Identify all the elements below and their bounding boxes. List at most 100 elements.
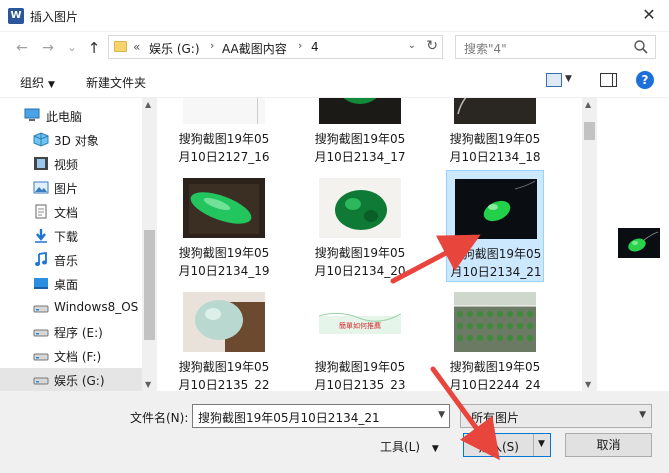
file-name: 搜狗截图19年05 月10日2127_16: [175, 130, 273, 166]
file-name-line1: 搜狗截图19年05: [178, 132, 270, 146]
file-name: 搜狗截图19年05 月10日2135_22: [175, 358, 273, 391]
file-name-line1: 搜狗截图19年05: [178, 360, 270, 374]
search-input[interactable]: 搜索"4": [455, 35, 656, 59]
sidebar-item-label: 视频: [54, 158, 79, 172]
file-list-scroll-thumb[interactable]: [584, 122, 595, 140]
scroll-up-icon[interactable]: ▲: [145, 100, 151, 109]
filename-field[interactable]: 搜狗截图19年05月10日2134_21 ▼: [192, 404, 450, 428]
sidebar-item-label: Windows8_OS: [54, 300, 139, 314]
file-name-line2: 月10日2134_19: [178, 264, 270, 278]
close-button[interactable]: ✕: [637, 4, 661, 28]
sidebar-scrollbar[interactable]: ▲ ▼: [142, 98, 157, 391]
banner-thumb-text: 簡單如何推薦: [339, 321, 381, 330]
scroll-up-icon[interactable]: ▲: [585, 100, 591, 109]
sidebar-item-label: 此电脑: [46, 110, 83, 124]
sidebar-item[interactable]: 音乐: [0, 248, 142, 272]
file-tile[interactable]: 搜狗截图19年05 月10日2244_24: [446, 284, 544, 391]
file-tile[interactable]: 搜狗截图19年05 月10日2134_19: [175, 170, 273, 282]
file-tile[interactable]: 簡單如何推薦搜狗截图19年05 月10日2135_23: [311, 284, 409, 391]
chevron-down-icon[interactable]: ▼: [438, 410, 445, 420]
sidebar-item[interactable]: 视频: [0, 152, 142, 176]
file-name-line1: 搜狗截图19年05: [314, 246, 406, 260]
file-name: 搜狗截图19年05 月10日2134_20: [311, 244, 409, 280]
sidebar-item[interactable]: 文档: [0, 200, 142, 224]
sidebar-item[interactable]: 文档 (F:): [0, 344, 142, 368]
scroll-down-icon[interactable]: ▼: [145, 380, 151, 389]
refresh-icon[interactable]: ↻: [426, 38, 438, 54]
organize-button[interactable]: 组织 ▼: [20, 74, 55, 91]
recent-locations-icon[interactable]: ⌄: [64, 39, 80, 57]
file-thumbnail: [319, 178, 401, 238]
preview-pane-icon[interactable]: [600, 73, 617, 87]
sidebar-item-label: 桌面: [54, 278, 79, 292]
file-tile[interactable]: 搜狗截图19年05 月10日2127_16: [175, 98, 273, 168]
view-options-icon[interactable]: [546, 73, 562, 87]
path-box[interactable]: « 娱乐 (G:) › AA截图内容 › 4 ⌄ ↻: [108, 35, 443, 59]
title-bar: W 插入图片 ✕: [0, 0, 669, 32]
crumb-drive[interactable]: 娱乐 (G:): [149, 40, 200, 57]
caret-down-icon[interactable]: ▼: [565, 74, 572, 84]
filename-value: 搜狗截图19年05月10日2134_21: [198, 411, 380, 425]
window-title: 插入图片: [30, 10, 79, 24]
new-folder-button[interactable]: 新建文件夹: [86, 74, 146, 91]
navigation-pane: 娱乐 (G:) 文档 (F:) 程序 (E:) Windows8_OS 桌面 音乐 下载 文档…: [0, 98, 157, 391]
file-tile[interactable]: 搜狗截图19年05 月10日2134_21: [446, 170, 544, 282]
insert-button[interactable]: 插入(S) ▼: [463, 433, 551, 457]
file-name-line2: 月10日2134_18: [449, 150, 541, 164]
sidebar-item[interactable]: 此电脑: [0, 104, 142, 128]
file-name-line1: 搜狗截图19年05: [450, 247, 542, 261]
chevron-down-icon[interactable]: ▼: [639, 410, 646, 420]
sidebar-item[interactable]: Windows8_OS: [0, 296, 142, 320]
insert-options-caret-icon[interactable]: ▼: [538, 439, 545, 449]
file-name-line1: 搜狗截图19年05: [178, 246, 270, 260]
file-list-scrollbar[interactable]: ▲ ▼: [582, 98, 597, 391]
sidebar-item[interactable]: 3D 对象: [0, 128, 142, 152]
file-tile[interactable]: 搜狗截图19年05 月10日2134_20: [311, 170, 409, 282]
desktop-icon: [33, 276, 49, 291]
file-name-line2: 月10日2244_24: [449, 378, 541, 391]
crumb-current[interactable]: 4: [311, 40, 319, 54]
sidebar-item-label: 文档: [54, 206, 79, 220]
search-icon[interactable]: [633, 39, 649, 55]
chevron-down-icon[interactable]: ⌄: [408, 40, 416, 51]
file-name-line1: 搜狗截图19年05: [314, 132, 406, 146]
overflow-crumb[interactable]: «: [133, 40, 140, 54]
chevron-right-icon[interactable]: ›: [298, 39, 302, 52]
sidebar-scroll-thumb[interactable]: [144, 230, 155, 340]
scroll-down-icon[interactable]: ▼: [585, 380, 591, 389]
sidebar-item[interactable]: 图片: [0, 176, 142, 200]
file-name-line2: 月10日2127_16: [178, 150, 270, 164]
file-name-line1: 搜狗截图19年05: [449, 360, 541, 374]
up-arrow-icon[interactable]: ↑: [86, 39, 102, 57]
file-tile[interactable]: 搜狗截图19年05 月10日2134_17: [311, 98, 409, 168]
organize-label: 组织: [20, 76, 45, 90]
file-tile[interactable]: 搜狗截图19年05 月10日2135_22: [175, 284, 273, 391]
file-name-line2: 月10日2135_23: [314, 378, 406, 391]
file-tile[interactable]: 搜狗截图19年05 月10日2134_18: [446, 98, 544, 168]
sidebar-item[interactable]: 程序 (E:): [0, 320, 142, 344]
document-icon: [33, 204, 49, 219]
chevron-right-icon[interactable]: ›: [210, 39, 214, 52]
split-divider: [533, 434, 534, 456]
cancel-button[interactable]: 取消: [565, 433, 652, 457]
tools-button[interactable]: 工具(L) ▼: [380, 438, 439, 455]
file-name: 搜狗截图19年05 月10日2244_24: [446, 358, 544, 391]
sidebar-item[interactable]: 下载: [0, 224, 142, 248]
sidebar-item-label: 3D 对象: [54, 134, 99, 148]
command-bar: 组织 ▼ 新建文件夹 ▼ ?: [0, 64, 669, 98]
drive-icon: [33, 348, 49, 363]
music-note-icon: [33, 251, 49, 267]
file-type-select[interactable]: 所有图片 ▼: [460, 404, 652, 428]
file-thumbnail: 簡單如何推薦: [319, 292, 401, 352]
sidebar-item[interactable]: 桌面: [0, 272, 142, 296]
help-icon[interactable]: ?: [636, 71, 654, 89]
sidebar-item[interactable]: 娱乐 (G:): [0, 368, 142, 391]
back-arrow-icon[interactable]: ←: [14, 39, 30, 57]
file-name: 搜狗截图19年05 月10日2135_23: [311, 358, 409, 391]
sidebar-item-label: 文档 (F:): [54, 350, 102, 364]
file-name: 搜狗截图19年05 月10日2134_19: [175, 244, 273, 280]
forward-arrow-icon[interactable]: →: [40, 39, 56, 57]
file-name-line2: 月10日2134_20: [314, 264, 406, 278]
crumb-folder[interactable]: AA截图内容: [222, 40, 287, 57]
sidebar-item-label: 程序 (E:): [54, 326, 103, 340]
